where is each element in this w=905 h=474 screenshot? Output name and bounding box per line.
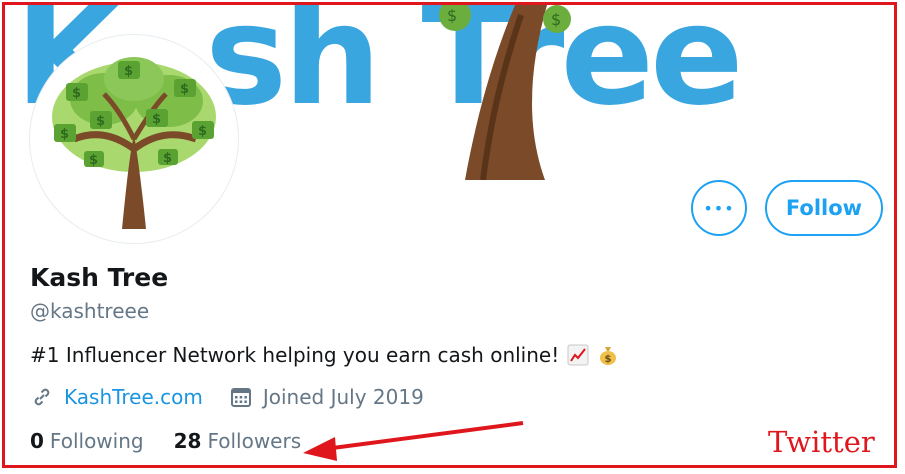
followers-label: Followers — [207, 429, 302, 453]
joined-date: Joined July 2019 — [262, 385, 424, 409]
money-bag-icon: $ — [600, 347, 617, 365]
svg-text:$: $ — [605, 354, 612, 365]
annotation-arrow-icon — [303, 421, 524, 461]
profile-meta: KashTree.com Joined July 2019 — [30, 385, 424, 409]
svg-text:$: $ — [152, 112, 161, 127]
svg-text:$: $ — [551, 10, 561, 29]
chart-increasing-icon — [567, 344, 589, 366]
svg-text:$: $ — [124, 64, 133, 79]
website-link[interactable]: KashTree.com — [64, 385, 203, 409]
profile-handle: @kashtreee — [30, 299, 150, 323]
profile-stats: 0 Following 28 Followers — [30, 429, 301, 453]
followers-stat[interactable]: 28 Followers — [174, 429, 302, 453]
following-stat[interactable]: 0 Following — [30, 429, 144, 453]
annotation-label: Twitter — [768, 425, 875, 459]
money-tree-icon: $ $ $ $ $ $ $ $ $ — [34, 39, 234, 239]
svg-text:$: $ — [163, 151, 172, 166]
follow-button-label: Follow — [785, 196, 863, 220]
link-icon — [34, 388, 50, 406]
annotation-border: K sh Tree $ $ $ $ — [2, 2, 897, 468]
profile-name: Kash Tree — [30, 263, 169, 292]
svg-text:$: $ — [198, 124, 207, 139]
following-label: Following — [49, 429, 144, 453]
svg-text:$: $ — [447, 6, 457, 25]
follow-button[interactable]: Follow — [765, 180, 883, 236]
more-options-button[interactable]: ••• — [691, 180, 747, 236]
svg-text:$: $ — [96, 114, 105, 129]
calendar-icon — [230, 388, 251, 407]
banner-tree-trunk-icon: $ $ — [439, 5, 571, 180]
svg-text:$: $ — [72, 86, 81, 101]
following-count: 0 — [30, 429, 44, 453]
profile-bio: #1 Influencer Network helping you earn c… — [30, 343, 619, 367]
svg-text:$: $ — [180, 82, 189, 97]
bio-text: #1 Influencer Network helping you earn c… — [30, 343, 560, 367]
more-icon: ••• — [703, 198, 735, 218]
avatar[interactable]: $ $ $ $ $ $ $ $ $ — [30, 35, 238, 243]
followers-count: 28 — [173, 429, 202, 453]
svg-text:$: $ — [89, 153, 98, 168]
svg-text:$: $ — [60, 127, 69, 142]
